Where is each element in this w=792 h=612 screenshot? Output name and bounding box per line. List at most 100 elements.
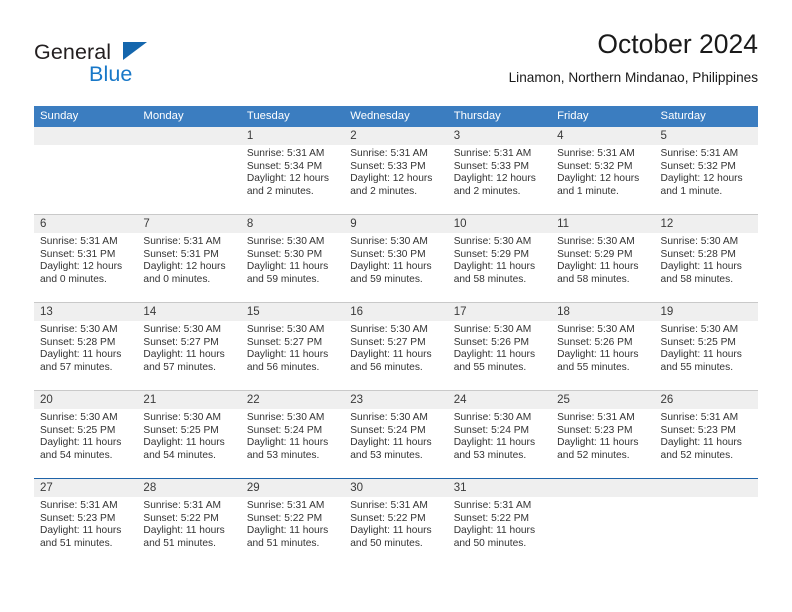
day-cell-21[interactable]: Sunrise: 5:30 AM Sunset: 5:25 PM Daylight:…	[137, 409, 241, 478]
day-cell-1[interactable]: Sunrise: 5:31 AM Sunset: 5:34 PM Daylight:…	[240, 145, 345, 214]
sunrise-text: Sunrise: 5:30 AM	[660, 324, 739, 335]
daylight-text: Daylight: 11 hours and 55 minutes.	[557, 349, 639, 373]
day-cell-27[interactable]: Sunrise: 5:31 AM Sunset: 5:23 PM Daylight:…	[34, 497, 138, 566]
day-number-row: 13 14 15 16 17 18 19	[34, 303, 758, 321]
day-cell-25[interactable]: Sunrise: 5:31 AM Sunset: 5:23 PM Daylight:…	[551, 409, 655, 478]
day-number-1[interactable]: 1	[240, 127, 345, 145]
daylight-text: Daylight: 11 hours and 58 minutes.	[453, 261, 536, 285]
day-number-12[interactable]: 12	[654, 215, 758, 233]
sunrise-text: Sunrise: 5:30 AM	[143, 412, 222, 423]
sunset-text: Sunset: 5:24 PM	[246, 424, 323, 436]
day-cell-16[interactable]: Sunrise: 5:30 AM Sunset: 5:27 PM Daylight:…	[344, 321, 448, 390]
sunrise-text: Sunrise: 5:31 AM	[660, 412, 739, 423]
daylight-text: Daylight: 11 hours and 53 minutes.	[350, 437, 432, 461]
sunrise-text: Sunrise: 5:30 AM	[557, 236, 635, 247]
day-number-29[interactable]: 29	[240, 479, 345, 497]
day-cell-31[interactable]: Sunrise: 5:31 AM Sunset: 5:22 PM Daylight:…	[447, 497, 552, 566]
weekday-header-monday: Monday	[137, 106, 241, 127]
sunrise-text: Sunrise: 5:30 AM	[453, 236, 532, 247]
day-number-18[interactable]: 18	[551, 303, 655, 321]
day-cell-13[interactable]: Sunrise: 5:30 AM Sunset: 5:28 PM Daylight:…	[34, 321, 138, 390]
sunrise-text: Sunrise: 5:31 AM	[350, 148, 428, 159]
day-number-31[interactable]: 31	[447, 479, 552, 497]
day-cell-30[interactable]: Sunrise: 5:31 AM Sunset: 5:22 PM Daylight:…	[344, 497, 448, 566]
day-number-25[interactable]: 25	[551, 391, 655, 409]
sunrise-text: Sunrise: 5:30 AM	[40, 412, 118, 423]
sunset-text: Sunset: 5:33 PM	[453, 160, 530, 172]
day-number-26[interactable]: 26	[654, 391, 758, 409]
day-number-14[interactable]: 14	[137, 303, 241, 321]
sunrise-text: Sunrise: 5:30 AM	[350, 324, 428, 335]
day-number-9[interactable]: 9	[344, 215, 448, 233]
day-cell-8[interactable]: Sunrise: 5:30 AM Sunset: 5:30 PM Daylight:…	[240, 233, 345, 302]
daylight-text: Daylight: 12 hours and 2 minutes.	[246, 173, 329, 197]
daylight-text: Daylight: 11 hours and 57 minutes.	[143, 349, 225, 373]
day-cell-28[interactable]: Sunrise: 5:31 AM Sunset: 5:22 PM Daylight:…	[137, 497, 241, 566]
day-number-28[interactable]: 28	[137, 479, 241, 497]
day-number-15[interactable]: 15	[240, 303, 345, 321]
day-number-6[interactable]: 6	[34, 215, 138, 233]
daylight-text: Daylight: 11 hours and 53 minutes.	[453, 437, 536, 461]
day-number-3[interactable]: 3	[447, 127, 552, 145]
daylight-text: Daylight: 11 hours and 53 minutes.	[246, 437, 329, 461]
day-cell-6[interactable]: Sunrise: 5:31 AM Sunset: 5:31 PM Daylight:…	[34, 233, 138, 302]
day-cell-24[interactable]: Sunrise: 5:30 AM Sunset: 5:24 PM Daylight:…	[447, 409, 552, 478]
day-number-22[interactable]: 22	[240, 391, 345, 409]
day-cell-4[interactable]: Sunrise: 5:31 AM Sunset: 5:32 PM Daylight:…	[551, 145, 655, 214]
day-cell-17[interactable]: Sunrise: 5:30 AM Sunset: 5:26 PM Daylight:…	[447, 321, 552, 390]
daylight-text: Daylight: 12 hours and 2 minutes.	[453, 173, 536, 197]
day-cell-29[interactable]: Sunrise: 5:31 AM Sunset: 5:22 PM Daylight:…	[240, 497, 345, 566]
day-cell-5[interactable]: Sunrise: 5:31 AM Sunset: 5:32 PM Daylight:…	[654, 145, 758, 214]
day-cell-18[interactable]: Sunrise: 5:30 AM Sunset: 5:26 PM Daylight:…	[551, 321, 655, 390]
day-number-24[interactable]: 24	[447, 391, 552, 409]
logo-text-blue: Blue	[89, 62, 133, 86]
day-number-8[interactable]: 8	[240, 215, 345, 233]
daylight-text: Daylight: 12 hours and 1 minute.	[557, 173, 640, 197]
day-number-23[interactable]: 23	[344, 391, 448, 409]
day-cell-2[interactable]: Sunrise: 5:31 AM Sunset: 5:33 PM Daylight:…	[344, 145, 448, 214]
day-cell-26[interactable]: Sunrise: 5:31 AM Sunset: 5:23 PM Daylight:…	[654, 409, 758, 478]
daylight-text: Daylight: 11 hours and 56 minutes.	[350, 349, 432, 373]
day-number-20[interactable]: 20	[34, 391, 138, 409]
sunset-text: Sunset: 5:26 PM	[557, 336, 633, 348]
sunrise-text: Sunrise: 5:31 AM	[246, 148, 325, 159]
day-cell-11[interactable]: Sunrise: 5:30 AM Sunset: 5:29 PM Daylight:…	[551, 233, 655, 302]
day-cell-23[interactable]: Sunrise: 5:30 AM Sunset: 5:24 PM Daylight:…	[344, 409, 448, 478]
sunset-text: Sunset: 5:32 PM	[660, 160, 736, 172]
day-number-21[interactable]: 21	[137, 391, 241, 409]
day-number-27[interactable]: 27	[34, 479, 138, 497]
day-cell-19[interactable]: Sunrise: 5:30 AM Sunset: 5:25 PM Daylight:…	[654, 321, 758, 390]
calendar-header-row: Sunday Monday Tuesday Wednesday Thursday…	[34, 106, 758, 127]
day-number-2[interactable]: 2	[344, 127, 448, 145]
day-number-19[interactable]: 19	[654, 303, 758, 321]
daylight-text: Daylight: 11 hours and 55 minutes.	[453, 349, 536, 373]
day-cell-9[interactable]: Sunrise: 5:30 AM Sunset: 5:30 PM Daylight:…	[344, 233, 448, 302]
day-cell-22[interactable]: Sunrise: 5:30 AM Sunset: 5:24 PM Daylight:…	[240, 409, 345, 478]
day-detail-row: Sunrise: 5:30 AM Sunset: 5:28 PM Daylight:…	[34, 321, 758, 390]
day-number-7[interactable]: 7	[137, 215, 241, 233]
weekday-header-row: Sunday Monday Tuesday Wednesday Thursday…	[34, 106, 758, 127]
daylight-text: Daylight: 11 hours and 54 minutes.	[40, 437, 122, 461]
day-cell-20[interactable]: Sunrise: 5:30 AM Sunset: 5:25 PM Daylight:…	[34, 409, 138, 478]
day-number-17[interactable]: 17	[447, 303, 552, 321]
day-number-16[interactable]: 16	[344, 303, 448, 321]
day-number-5[interactable]: 5	[654, 127, 758, 145]
sunset-text: Sunset: 5:27 PM	[143, 336, 219, 348]
day-cell-7[interactable]: Sunrise: 5:31 AM Sunset: 5:31 PM Daylight:…	[137, 233, 241, 302]
sunset-text: Sunset: 5:22 PM	[143, 512, 219, 524]
day-cell-12[interactable]: Sunrise: 5:30 AM Sunset: 5:28 PM Daylight:…	[654, 233, 758, 302]
sunrise-text: Sunrise: 5:31 AM	[350, 500, 428, 511]
day-cell-15[interactable]: Sunrise: 5:30 AM Sunset: 5:27 PM Daylight:…	[240, 321, 345, 390]
sunrise-text: Sunrise: 5:30 AM	[660, 236, 739, 247]
day-cell-3[interactable]: Sunrise: 5:31 AM Sunset: 5:33 PM Daylight:…	[447, 145, 552, 214]
day-cell-14[interactable]: Sunrise: 5:30 AM Sunset: 5:27 PM Daylight:…	[137, 321, 241, 390]
day-number-13[interactable]: 13	[34, 303, 138, 321]
day-number-10[interactable]: 10	[447, 215, 552, 233]
day-number-30[interactable]: 30	[344, 479, 448, 497]
sunset-text: Sunset: 5:26 PM	[453, 336, 530, 348]
day-number-11[interactable]: 11	[551, 215, 655, 233]
day-cell-10[interactable]: Sunrise: 5:30 AM Sunset: 5:29 PM Daylight:…	[447, 233, 552, 302]
sunset-text: Sunset: 5:27 PM	[350, 336, 426, 348]
sunset-text: Sunset: 5:33 PM	[350, 160, 426, 172]
day-number-4[interactable]: 4	[551, 127, 655, 145]
